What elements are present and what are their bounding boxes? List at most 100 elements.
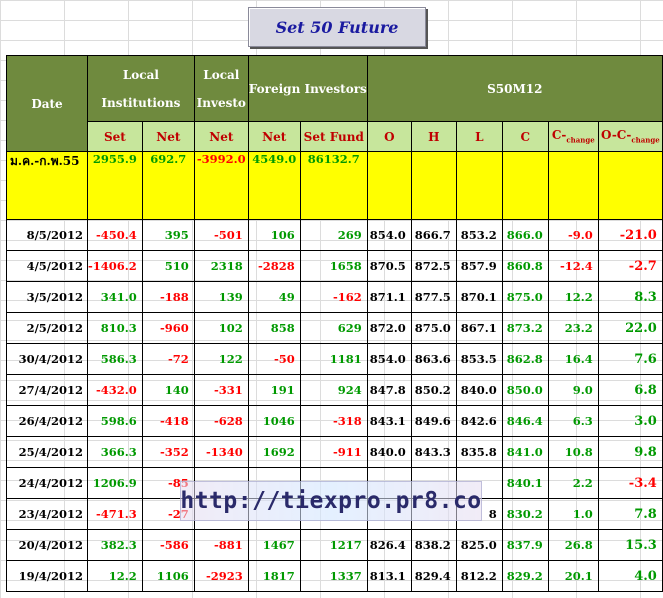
- row-cell: 854.0: [366, 343, 412, 375]
- row-cell: -911: [299, 436, 368, 468]
- local-institutions-line2: Institutions: [101, 95, 181, 110]
- row-cell: -318: [299, 405, 368, 437]
- row-cell: 629: [299, 312, 368, 344]
- row-cell: 1046: [247, 405, 301, 437]
- row-date: 20/4/2012: [6, 529, 88, 561]
- table-row: 26/4/2012 598.6 -418 -628 1046 -318 843.1 849.6…: [6, 405, 663, 437]
- row-cell: 2318: [193, 250, 249, 282]
- row-date: 27/4/2012: [6, 374, 88, 406]
- local-institutions-line1: Local: [122, 67, 159, 82]
- row-cell: 842.6: [455, 405, 503, 437]
- row-cell: 875.0: [501, 281, 549, 313]
- row-cell: -586: [141, 529, 195, 561]
- table-row: 3/5/2012 341.0 -188 139 49 -162 871.1 877.5 870.…: [6, 281, 663, 313]
- row-cell: 838.2: [410, 529, 457, 561]
- row-cell: -501: [193, 219, 249, 251]
- summary-empty: [366, 151, 412, 220]
- row-cell: 866.7: [410, 219, 457, 251]
- row-cell: 16.4: [547, 343, 599, 375]
- row-cell: 840.1: [501, 467, 549, 499]
- row-cell: 510: [141, 250, 195, 282]
- row-cell: 1658: [299, 250, 368, 282]
- row-cell: 867.1: [455, 312, 503, 344]
- table-row: 8/5/2012 -450.4 395 -501 106 269 854.0 866.7 853…: [6, 219, 663, 251]
- row-date: 4/5/2012: [6, 250, 88, 282]
- row-cell: 872.5: [410, 250, 457, 282]
- row-cell: -881: [193, 529, 249, 561]
- row-cell: 853.5: [455, 343, 503, 375]
- row-cell: 813.1: [366, 560, 412, 592]
- row-cell: -331: [193, 374, 249, 406]
- row-cell: -352: [141, 436, 195, 468]
- contract-header: S50M12: [366, 55, 663, 122]
- c-change-label: C-: [551, 128, 567, 143]
- subheader-high: H: [410, 121, 457, 152]
- summary-value: 86132.7: [299, 151, 368, 220]
- row-cell: -418: [141, 405, 195, 437]
- foreign-investors-label: Foreign Investors: [248, 81, 367, 96]
- row-cell: -50: [247, 343, 301, 375]
- row-cell: 7.8: [597, 498, 663, 530]
- row-cell: -2923: [193, 560, 249, 592]
- row-cell: -960: [141, 312, 195, 344]
- row-date: 19/4/2012: [6, 560, 88, 592]
- data-rows: 8/5/2012 -450.4 395 -501 106 269 854.0 866.7 853…: [6, 219, 663, 592]
- row-cell: 140: [141, 374, 195, 406]
- row-cell: 1692: [247, 436, 301, 468]
- row-cell: 22.0: [597, 312, 663, 344]
- row-cell: 106: [247, 219, 301, 251]
- row-date: 25/4/2012: [6, 436, 88, 468]
- table-row: 20/4/2012 382.3 -586 -881 1467 1217 826.4 838.2…: [6, 529, 663, 561]
- subheader-inst-net: Net: [141, 121, 195, 152]
- row-cell: 191: [247, 374, 301, 406]
- row-cell: 1206.9: [87, 467, 143, 499]
- summary-empty: [455, 151, 503, 220]
- subheader-oc-change: O-C-change: [597, 121, 663, 152]
- row-cell: 1467: [247, 529, 301, 561]
- row-cell: 871.1: [366, 281, 412, 313]
- row-cell: -2.7: [597, 250, 663, 282]
- row-cell: 830.2: [501, 498, 549, 530]
- row-cell: -1340: [193, 436, 249, 468]
- row-cell: 860.8: [501, 250, 549, 282]
- row-cell: 8.3: [597, 281, 663, 313]
- page-title: Set 50 Future: [248, 7, 426, 47]
- row-cell: 49: [247, 281, 301, 313]
- row-cell: 870.5: [366, 250, 412, 282]
- subheader-c-change: C-change: [547, 121, 599, 152]
- row-cell: 1337: [299, 560, 368, 592]
- row-cell: 850.2: [410, 374, 457, 406]
- row-cell: 850.0: [501, 374, 549, 406]
- table-row: 30/4/2012 586.3 -72 122 -50 1181 854.0 863.6 853…: [6, 343, 663, 375]
- row-cell: 12.2: [547, 281, 599, 313]
- row-cell: 2.2: [547, 467, 599, 499]
- row-date: 26/4/2012: [6, 405, 88, 437]
- row-cell: 846.4: [501, 405, 549, 437]
- row-cell: 9.0: [547, 374, 599, 406]
- row-cell: 841.0: [501, 436, 549, 468]
- summary-label: ม.ค.-ก.พ.55: [6, 151, 88, 220]
- table-row: 19/4/2012 12.2 1106 -2923 1817 1337 813.1 829.4…: [6, 560, 663, 592]
- row-cell: 857.9: [455, 250, 503, 282]
- watermark-banner: http://tiexpro.pr8.co: [180, 481, 482, 521]
- row-cell: 7.6: [597, 343, 663, 375]
- contract-label: S50M12: [487, 81, 543, 96]
- subheader-set-fund: Set Fund: [299, 121, 368, 152]
- row-cell: -162: [299, 281, 368, 313]
- row-cell: 1.0: [547, 498, 599, 530]
- row-cell: -2828: [247, 250, 301, 282]
- summary-empty: [410, 151, 457, 220]
- row-cell: 1106: [141, 560, 195, 592]
- row-cell: 4.0: [597, 560, 663, 592]
- row-cell: -432.0: [87, 374, 143, 406]
- row-cell: 840.0: [455, 374, 503, 406]
- subheader-low: L: [455, 121, 503, 152]
- row-cell: 840.0: [366, 436, 412, 468]
- watermark-url: http://tiexpro.pr8.co: [180, 488, 482, 514]
- c-change-sub-label: change: [566, 135, 595, 145]
- table-row: 2/5/2012 810.3 -960 102 858 629 872.0 875.0 867.…: [6, 312, 663, 344]
- row-cell: 858: [247, 312, 301, 344]
- row-cell: 924: [299, 374, 368, 406]
- row-cell: 854.0: [366, 219, 412, 251]
- row-date: 24/4/2012: [6, 467, 88, 499]
